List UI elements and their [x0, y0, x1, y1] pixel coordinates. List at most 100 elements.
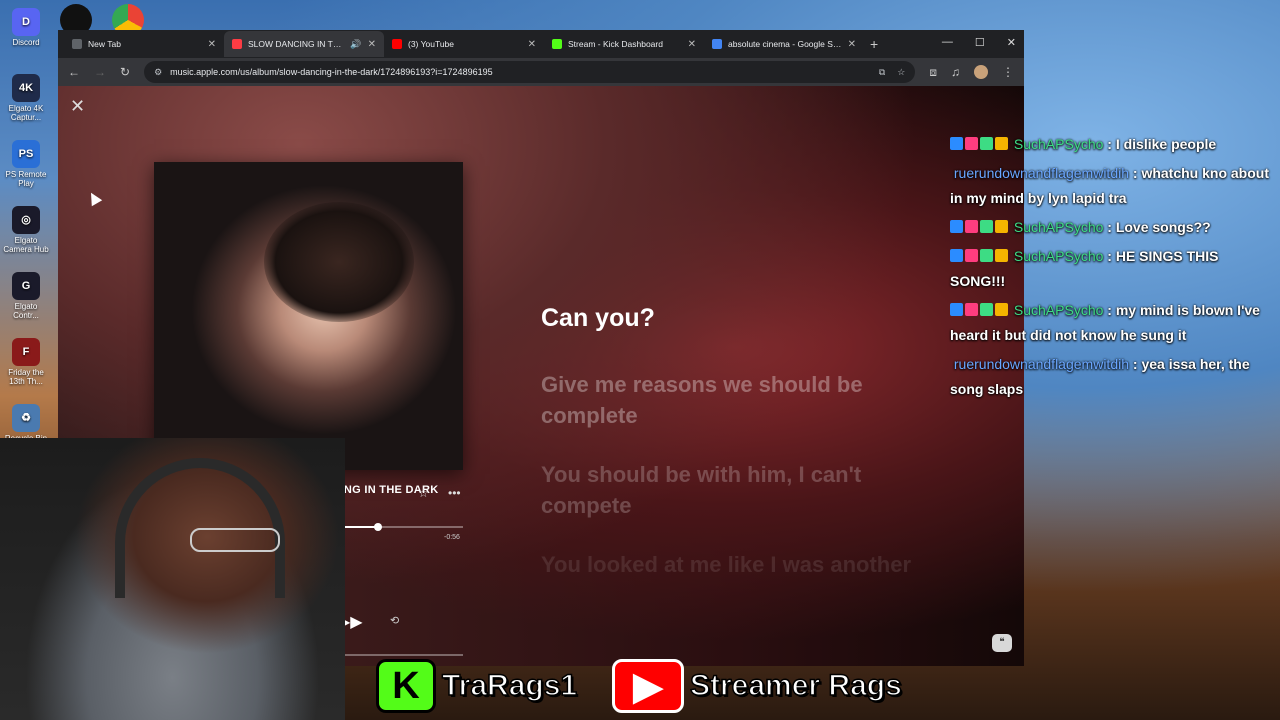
close-player-icon[interactable]: ✕	[70, 96, 85, 117]
forward-icon[interactable]: →	[94, 65, 106, 79]
badge-icon	[995, 303, 1008, 316]
desktop-icon[interactable]: ◎ Elgato Camera Hub	[2, 206, 50, 254]
profile-avatar[interactable]	[974, 65, 988, 79]
badge-icon	[950, 303, 963, 316]
desktop-icon-label: Elgato Contr...	[13, 302, 39, 320]
close-tab-icon[interactable]: ✕	[528, 39, 536, 50]
lyric-line-active[interactable]: Can you?	[541, 303, 921, 334]
time-remaining: -0:56	[444, 534, 460, 541]
tab-title: SLOW DANCING IN THE DARK	[248, 39, 345, 49]
chat-message: SuchAPSycho : my mind is blown I've hear…	[950, 298, 1276, 348]
minimize-icon[interactable]: —	[942, 36, 953, 49]
badge-icon	[950, 220, 963, 233]
chat-message: ruerundownandflagemwitdih : whatchu kno …	[950, 161, 1276, 211]
badge-icon	[980, 137, 993, 150]
app-icon: ♻	[12, 404, 40, 432]
favorite-star-icon[interactable]: ☆	[418, 486, 429, 500]
lyric-line[interactable]: You should be with him, I can't compete	[541, 459, 921, 521]
media-control-icon[interactable]: ♫	[951, 65, 960, 79]
chat-username: SuchAPSycho	[1013, 248, 1104, 264]
badge-icon	[995, 249, 1008, 262]
badge-icon	[980, 303, 993, 316]
tab-title: (3) YouTube	[408, 39, 454, 49]
tab-favicon-icon	[712, 39, 722, 49]
chat-username: SuchAPSycho	[1013, 136, 1104, 152]
chat-message: SuchAPSycho : Love songs??	[950, 215, 1276, 240]
app-icon: F	[12, 338, 40, 366]
tab-title: absolute cinema - Google Search	[728, 39, 842, 49]
badge-icon	[980, 249, 993, 262]
album-artwork	[154, 162, 463, 470]
badge-icon	[995, 137, 1008, 150]
chat-username: ruerundownandflagemwitdih	[953, 165, 1129, 181]
badge-icon	[965, 249, 978, 262]
extensions-icon[interactable]: ⧈	[929, 65, 937, 80]
bookmark-star-icon[interactable]: ☆	[897, 67, 905, 78]
lyrics-toggle-icon[interactable]: ❝	[992, 634, 1012, 652]
desktop-icon[interactable]: PS PS Remote Play	[2, 140, 50, 188]
audio-playing-icon[interactable]: 🔊	[350, 39, 361, 50]
repeat-icon[interactable]: ⟲	[390, 614, 399, 627]
browser-tab[interactable]: Stream - Kick Dashboard ✕	[544, 31, 704, 57]
desktop-icon-label: Elgato 4K Captur...	[8, 104, 44, 122]
cast-icon[interactable]: ⧉	[879, 67, 885, 78]
chat-message: SuchAPSycho : I dislike people	[950, 132, 1276, 157]
stream-chat-overlay: SuchAPSycho : I dislike people ruerundow…	[950, 132, 1276, 406]
reload-icon[interactable]: ↻	[120, 65, 130, 79]
webcam-feed	[0, 438, 345, 720]
playhead-knob[interactable]	[374, 523, 383, 531]
chat-username: SuchAPSycho	[1013, 302, 1104, 318]
close-tab-icon[interactable]: ✕	[848, 39, 856, 50]
app-icon: PS	[12, 140, 40, 168]
close-tab-icon[interactable]: ✕	[688, 39, 696, 50]
app-icon: G	[12, 272, 40, 300]
desktop-icon[interactable]: D Discord	[2, 8, 50, 47]
chat-message: ruerundownandflagemwitdih : yea issa her…	[950, 352, 1276, 402]
menu-icon[interactable]: ⋮	[1002, 65, 1014, 79]
window-controls: — ☐ ✕	[942, 36, 1016, 49]
chat-message: SuchAPSycho : HE SINGS THIS SONG!!!	[950, 244, 1276, 294]
desktop-icon-label: Elgato Camera Hub	[3, 236, 49, 254]
tab-favicon-icon	[232, 39, 242, 49]
close-tab-icon[interactable]: ✕	[368, 39, 376, 50]
browser-tab[interactable]: SLOW DANCING IN THE DARK 🔊 ✕	[224, 31, 384, 57]
glasses	[190, 528, 280, 552]
address-bar[interactable]: ⚙ music.apple.com/us/album/slow-dancing-…	[144, 61, 916, 83]
desktop-icon[interactable]: G Elgato Contr...	[2, 272, 50, 320]
lyric-line[interactable]: Give me reasons we should be complete	[541, 369, 921, 431]
tab-favicon-icon	[392, 39, 402, 49]
tab-strip: New Tab✕SLOW DANCING IN THE DARK🔊✕(3) Yo…	[58, 30, 1024, 58]
new-tab-button[interactable]: +	[870, 36, 878, 52]
badge-icon	[965, 303, 978, 316]
desktop-icon[interactable]: F Friday the 13th Th...	[2, 338, 50, 386]
badge-icon	[980, 220, 993, 233]
close-tab-icon[interactable]: ✕	[208, 39, 216, 50]
desktop-icon[interactable]: 4K Elgato 4K Captur...	[2, 74, 50, 122]
more-options-icon[interactable]: •••	[448, 486, 461, 500]
badge-icon	[995, 220, 1008, 233]
tab-title: Stream - Kick Dashboard	[568, 39, 663, 49]
lyric-line[interactable]: You looked at me like I was another one …	[541, 549, 921, 583]
chat-username: ruerundownandflagemwitdih	[953, 356, 1129, 372]
kick-logo-icon: K	[376, 659, 436, 713]
kick-handle-banner: K TraRags1	[376, 656, 578, 716]
kick-username: TraRags1	[441, 668, 578, 703]
desktop-icon-label: Friday the 13th Th...	[8, 368, 44, 386]
tab-favicon-icon	[72, 39, 82, 49]
youtube-handle-banner: ▶ Streamer Rags	[612, 656, 903, 716]
browser-tab[interactable]: (3) YouTube ✕	[384, 31, 544, 57]
desktop-icon-label: Discord	[12, 38, 40, 47]
site-info-icon[interactable]: ⚙	[154, 67, 162, 78]
browser-tab[interactable]: absolute cinema - Google Search ✕	[704, 31, 864, 57]
badge-icon	[965, 137, 978, 150]
maximize-icon[interactable]: ☐	[975, 36, 985, 49]
chat-text: : Love songs??	[1103, 219, 1211, 235]
tab-favicon-icon	[552, 39, 562, 49]
close-window-icon[interactable]: ✕	[1007, 36, 1016, 49]
youtube-channel-name: Streamer Rags	[689, 668, 902, 703]
chat-badges	[950, 215, 1010, 240]
browser-tab[interactable]: New Tab ✕	[64, 31, 224, 57]
chat-username: SuchAPSycho	[1013, 219, 1104, 235]
url-text: music.apple.com/us/album/slow-dancing-in…	[170, 67, 493, 77]
back-icon[interactable]: ←	[68, 65, 80, 79]
